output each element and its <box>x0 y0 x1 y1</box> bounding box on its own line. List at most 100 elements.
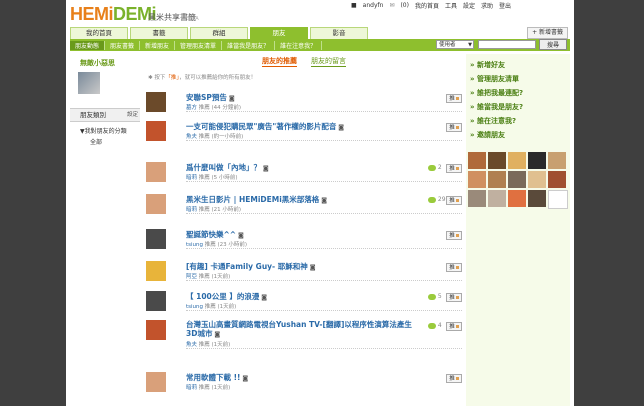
tab-friends[interactable]: 朋友 <box>250 27 308 39</box>
friend-avatar[interactable] <box>548 152 566 169</box>
user-icon: ■ <box>351 2 357 9</box>
mail-icon[interactable]: ✉ <box>389 2 394 9</box>
item-title-link[interactable]: 聖誕節快樂^^ ◙ <box>186 229 244 240</box>
friend-avatar[interactable] <box>508 171 526 188</box>
external-link-icon[interactable]: ◙ <box>227 95 235 102</box>
category-settings-link[interactable]: 設定 <box>127 109 138 121</box>
item-user-link[interactable]: 暗莉 <box>186 385 197 391</box>
external-link-icon[interactable]: ◙ <box>259 294 267 301</box>
new-bookmark-button[interactable]: + 新增書籤 <box>527 27 568 39</box>
friend-avatar[interactable] <box>528 190 546 207</box>
friend-avatar[interactable] <box>468 190 486 207</box>
friend-avatar[interactable] <box>488 190 506 207</box>
external-link-icon[interactable]: ◙ <box>212 331 220 338</box>
comment-count[interactable]: 29 <box>428 196 446 203</box>
push-button[interactable]: 推 <box>446 374 462 383</box>
search-type-select[interactable]: 使用者 <box>436 40 474 50</box>
top-link-tools[interactable]: 工具 <box>445 1 457 10</box>
friend-avatar[interactable] <box>468 152 486 169</box>
friend-avatar[interactable] <box>488 171 506 188</box>
subnav-who-watches-me[interactable]: 誰在注意我？ <box>275 40 323 50</box>
subnav-add-friend[interactable]: 新增朋友 <box>140 40 176 50</box>
subnav-who-friends-me[interactable]: 誰當我是朋友？ <box>222 40 276 50</box>
friend-avatar[interactable] <box>488 152 506 169</box>
avatar[interactable] <box>146 229 166 249</box>
tab-bookmarks[interactable]: 書籤 <box>130 27 188 39</box>
avatar[interactable] <box>146 92 166 112</box>
category-all[interactable]: 全部 <box>70 135 140 146</box>
item-meta: 魚夫 推薦 (約一小時前) <box>186 134 244 140</box>
push-button[interactable]: 推 <box>446 231 462 240</box>
friend-avatar[interactable] <box>528 152 546 169</box>
item-title-link[interactable]: 安聯SP預告 ◙ <box>186 92 235 103</box>
tab-home[interactable]: 我的首頁 <box>70 27 128 39</box>
tab-friend-comments[interactable]: 朋友的留言 <box>311 56 346 67</box>
search-input[interactable] <box>478 40 536 49</box>
avatar[interactable] <box>146 372 166 392</box>
category-item[interactable]: ▼我對朋友的分類 <box>70 122 140 135</box>
external-link-icon[interactable]: ◙ <box>261 165 269 172</box>
item-title-link[interactable]: 一支可能侵犯購民眾"廣告"著作權的影片配音 ◙ <box>186 121 344 132</box>
avatar[interactable] <box>146 291 166 311</box>
item-title-link[interactable]: [有趣] 卡通Family Guy- 耶穌和神 ◙ <box>186 261 316 272</box>
external-link-icon[interactable]: ◙ <box>236 232 244 239</box>
category-title: 朋友類別 <box>80 111 106 119</box>
username-link[interactable]: andyfn <box>363 2 384 9</box>
tab-groups[interactable]: 群組 <box>190 27 248 39</box>
top-link-home[interactable]: 我的首頁 <box>415 1 439 10</box>
item-title-link[interactable]: 黑米生日影片 | HEMiDEMi黑米部落格 ◙ <box>186 194 327 205</box>
link-add-friend[interactable]: » 新增好友 <box>466 56 570 70</box>
top-link-help[interactable]: 求助 <box>481 1 493 10</box>
tab-friend-recommendations[interactable]: 朋友的推薦 <box>262 56 297 67</box>
comment-count[interactable]: 2 <box>428 164 442 171</box>
tab-media[interactable]: 影音 <box>310 27 368 39</box>
external-link-icon[interactable]: ◙ <box>240 375 248 382</box>
push-button[interactable]: 推 <box>446 293 462 302</box>
avatar[interactable] <box>146 162 166 182</box>
external-link-icon[interactable]: ◙ <box>336 124 344 131</box>
avatar[interactable] <box>146 261 166 281</box>
friend-avatar[interactable] <box>508 152 526 169</box>
link-who-friends-me[interactable]: » 誰當我是朋友? <box>466 98 570 112</box>
item-title-link[interactable]: 常用軟體下載 !! ◙ <box>186 372 248 383</box>
top-link-logout[interactable]: 登出 <box>499 1 511 10</box>
subnav-manage-friends[interactable]: 管理朋友清單 <box>175 40 223 50</box>
friend-avatar[interactable] <box>548 190 568 209</box>
push-button[interactable]: 推 <box>446 322 462 331</box>
push-button[interactable]: 推 <box>446 164 462 173</box>
link-most-connected[interactable]: » 誰把我最連配? <box>466 84 570 98</box>
item-title-link[interactable]: 台灣玉山高畫質網路電視台Yushan TV-[翻譯]以程序性演算法產生3D城市 … <box>186 320 422 339</box>
comment-icon <box>428 164 436 171</box>
subnav-friend-activity[interactable]: 朋友動態 <box>70 40 106 50</box>
subnav-friend-bookmarks[interactable]: 朋友書籤 <box>105 40 141 50</box>
friend-avatar[interactable] <box>548 171 566 188</box>
external-link-icon[interactable]: ◙ <box>308 264 316 271</box>
comment-count[interactable]: 5 <box>428 293 442 300</box>
push-button[interactable]: 推 <box>446 123 462 132</box>
comment-icon <box>428 196 436 203</box>
link-who-watches-me[interactable]: » 誰在注意我? <box>466 112 570 126</box>
avatar[interactable] <box>146 320 166 340</box>
push-button[interactable]: 推 <box>446 196 462 205</box>
avatar[interactable] <box>146 121 166 141</box>
push-button[interactable]: 推 <box>446 263 462 272</box>
external-link-icon[interactable]: ◙ <box>319 197 327 204</box>
item-meta: 墓方 推薦 (44 分鐘前) <box>186 105 242 111</box>
push-hint: ✱ 按下「推」，就可以推薦給你的所有朋友！ <box>148 75 257 81</box>
avatar[interactable] <box>78 72 100 94</box>
friend-avatar[interactable] <box>528 171 546 188</box>
top-link-settings[interactable]: 設定 <box>463 1 475 10</box>
main-tabs: 我的首頁 書籤 群組 朋友 影音 <box>70 27 368 39</box>
item-title-link[interactable]: 爲什麼叫做「內地」？ ◙ <box>186 162 269 173</box>
right-sidebar: » 新增好友 » 管理朋友清單 » 誰把我最連配? » 誰當我是朋友? » 誰在… <box>466 54 570 406</box>
comment-count[interactable]: 4 <box>428 322 442 329</box>
friend-avatar[interactable] <box>468 171 486 188</box>
search-button[interactable]: 搜尋 <box>539 39 567 50</box>
logo[interactable]: HEMiDEMi <box>70 4 157 25</box>
friend-avatar[interactable] <box>508 190 526 207</box>
link-manage-friends[interactable]: » 管理朋友清單 <box>466 70 570 84</box>
avatar[interactable] <box>146 194 166 214</box>
push-button[interactable]: 推 <box>446 94 462 103</box>
item-title-link[interactable]: 【 100公里 】的浪漫 ◙ <box>186 291 267 302</box>
link-invite-friends[interactable]: » 邀請朋友 <box>466 126 570 140</box>
